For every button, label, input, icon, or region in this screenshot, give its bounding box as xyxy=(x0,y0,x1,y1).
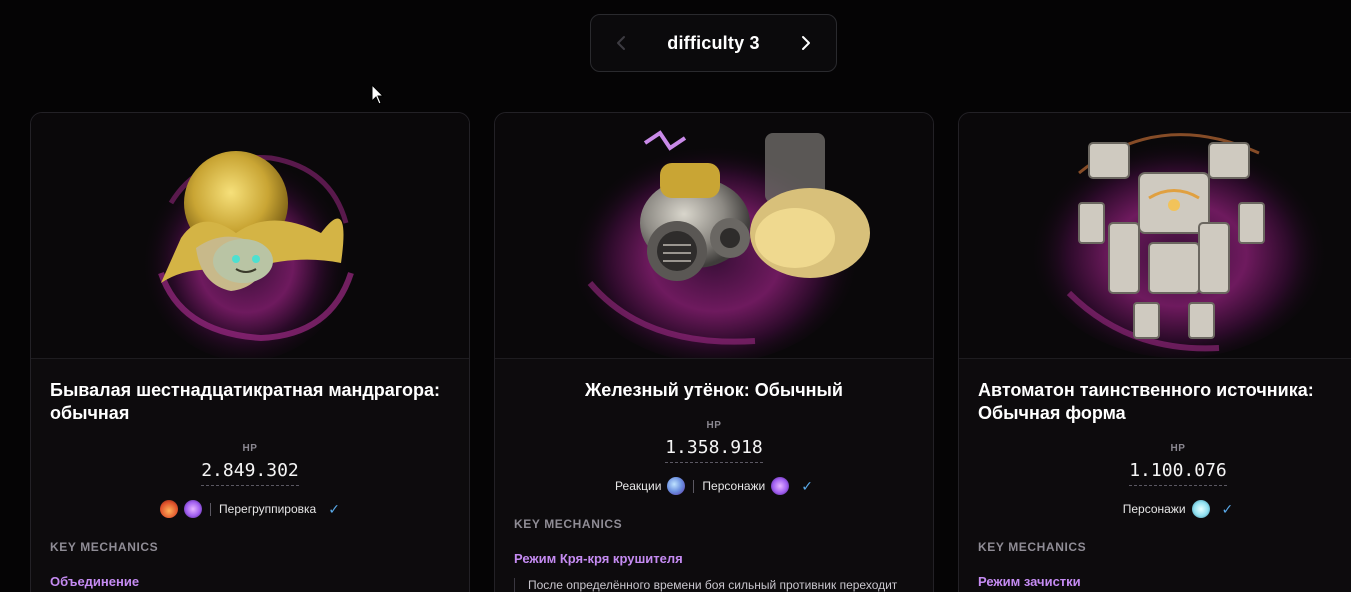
boss-name: Автоматон таинственного источника: Обычн… xyxy=(978,380,1314,423)
tag-separator xyxy=(693,479,695,493)
mechanic-title[interactable]: Режим Кря-кря крушителя xyxy=(514,551,914,566)
boss-card-automaton[interactable]: Автоматон таинственного источника: Обычн… xyxy=(958,112,1351,592)
tags-row: Реакции Персонажи ✓ xyxy=(514,477,914,495)
key-mechanics-heading: KEY MECHANICS xyxy=(50,540,159,554)
boss-art-mandragora xyxy=(31,113,469,359)
characters-label: Персонажи xyxy=(702,479,766,493)
check-icon: ✓ xyxy=(1221,500,1234,517)
hp-value: 2.849.302 xyxy=(201,460,299,486)
key-mechanics-heading: KEY MECHANICS xyxy=(514,517,623,531)
boss-art-automaton xyxy=(959,113,1351,359)
next-difficulty-button[interactable] xyxy=(796,33,816,53)
difficulty-title: difficulty 3 xyxy=(667,32,760,53)
swirl-icon xyxy=(667,477,686,495)
hp-value: 1.358.918 xyxy=(665,437,763,463)
hp-label: HP xyxy=(1170,443,1186,454)
tags-row: Перегруппировка ✓ xyxy=(50,500,450,518)
electro-icon xyxy=(184,500,203,518)
hp-label: HP xyxy=(706,420,722,431)
reactions-label: Реакции xyxy=(615,479,662,493)
tags-row: Персонажи ✓ xyxy=(978,500,1351,518)
boss-name: Железный утёнок: Обычный xyxy=(585,380,843,400)
mechanic-title[interactable]: Режим зачистки xyxy=(978,574,1351,589)
pyro-icon xyxy=(160,500,179,518)
boss-name: Бывалая шестнадцатикратная мандрагора: о… xyxy=(50,380,441,423)
mechanic-title[interactable]: Объединение xyxy=(50,574,450,589)
chevron-left-icon xyxy=(617,36,625,50)
tag-separator xyxy=(210,502,212,516)
mouse-cursor-icon xyxy=(371,84,385,105)
boss-card-iron-duckling[interactable]: Железный утёнок: Обычный HP 1.358.918 Ре… xyxy=(494,112,934,592)
prev-difficulty-button[interactable] xyxy=(611,33,631,53)
check-icon: ✓ xyxy=(801,477,813,494)
boss-art-iron-duckling xyxy=(495,113,933,359)
cryo-icon xyxy=(1191,500,1210,518)
key-mechanics-heading: KEY MECHANICS xyxy=(978,540,1087,554)
hp-value: 1.100.076 xyxy=(1129,460,1227,486)
difficulty-pager: difficulty 3 xyxy=(590,14,837,72)
regroup-label: Перегруппировка xyxy=(219,502,317,516)
mechanic-description: После определённого времени боя сильный … xyxy=(514,578,914,592)
chevron-right-icon xyxy=(801,36,810,50)
boss-card-mandragora[interactable]: Бывалая шестнадцатикратная мандрагора: о… xyxy=(30,112,470,592)
electro-icon xyxy=(771,477,790,495)
check-icon: ✓ xyxy=(328,500,340,517)
hp-label: HP xyxy=(242,443,258,454)
characters-label: Персонажи xyxy=(1122,502,1186,516)
